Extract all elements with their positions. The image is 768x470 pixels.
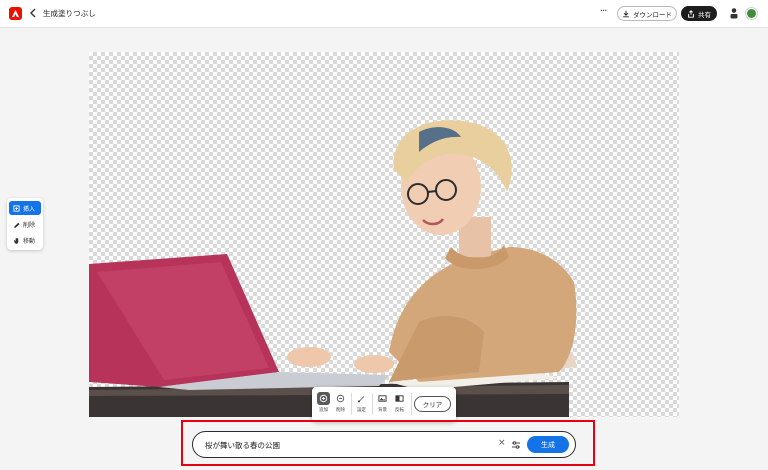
toolbar-divider — [411, 393, 412, 415]
side-toolbar: 挿入 削除 移動 — [7, 198, 43, 250]
page-title: 生成塗りつぶし — [43, 9, 96, 18]
avatar[interactable] — [746, 8, 757, 19]
tool-remove-label: 削除 — [23, 221, 36, 229]
background-icon — [378, 395, 387, 402]
invert-icon — [395, 395, 404, 402]
download-icon — [623, 10, 629, 17]
subtract-brush-label: 削除 — [336, 408, 345, 413]
invert-label: 反転 — [395, 408, 404, 413]
clear-prompt-button[interactable]: × — [498, 438, 506, 448]
share-label: 共有 — [698, 10, 711, 19]
subtract-brush-icon — [336, 394, 345, 403]
subtract-brush-button[interactable]: 削除 — [333, 392, 348, 418]
share-button[interactable]: 共有 — [681, 6, 717, 21]
top-bar: 生成塗りつぶし ··· ダウンロード 共有 — [0, 0, 768, 28]
sliders-icon[interactable] — [511, 440, 521, 450]
image-canvas[interactable] — [89, 52, 679, 417]
remove-icon — [13, 222, 20, 228]
background-button[interactable]: 背景 — [375, 392, 390, 418]
brush-settings-label: 設定 — [357, 408, 366, 413]
download-label: ダウンロード — [633, 10, 672, 19]
insert-icon — [13, 204, 20, 212]
prompt-input[interactable] — [205, 437, 485, 453]
back-chevron-icon[interactable] — [29, 7, 37, 19]
generate-button[interactable]: 生成 — [527, 436, 569, 453]
tool-insert[interactable]: 挿入 — [9, 201, 41, 215]
pan-hand-icon — [13, 237, 19, 244]
more-options-button[interactable]: ··· — [596, 7, 610, 19]
tool-insert-label: 挿入 — [23, 205, 36, 213]
brush-settings-button[interactable]: 設定 — [354, 392, 369, 418]
add-brush-label: 追加 — [319, 408, 328, 413]
tool-pan[interactable]: 移動 — [9, 233, 41, 247]
clear-button[interactable]: クリア — [414, 396, 451, 412]
tool-pan-label: 移動 — [23, 237, 36, 245]
invert-button[interactable]: 反転 — [392, 392, 407, 418]
toolbar-divider — [351, 393, 352, 415]
prompt-bar: × 生成 — [192, 431, 576, 458]
share-icon — [688, 9, 694, 18]
user-icon[interactable] — [729, 7, 739, 19]
add-brush-icon — [319, 394, 328, 403]
adobe-logo-icon[interactable] — [9, 7, 22, 20]
background-label: 背景 — [378, 408, 387, 413]
add-brush-button[interactable]: 追加 — [316, 392, 331, 418]
brush-settings-icon — [357, 396, 365, 403]
toolbar-divider — [372, 393, 373, 415]
download-button[interactable]: ダウンロード — [617, 6, 677, 21]
subject-photo — [89, 120, 577, 417]
tool-remove[interactable]: 削除 — [9, 217, 41, 231]
